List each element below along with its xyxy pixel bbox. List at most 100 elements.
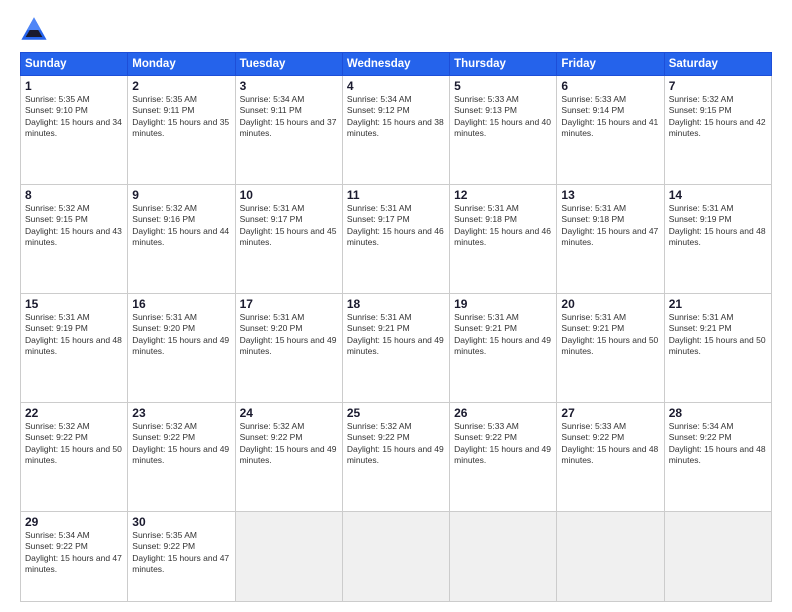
cell-w3-d6: 28Sunrise: 5:34 AMSunset: 9:22 PMDayligh… xyxy=(664,402,771,511)
week-row-0: 1Sunrise: 5:35 AMSunset: 9:10 PMDaylight… xyxy=(21,76,772,185)
cell-w3-d2: 24Sunrise: 5:32 AMSunset: 9:22 PMDayligh… xyxy=(235,402,342,511)
day-info: Sunrise: 5:31 AMSunset: 9:19 PMDaylight:… xyxy=(25,312,123,358)
day-number: 3 xyxy=(240,79,338,93)
day-info: Sunrise: 5:34 AMSunset: 9:22 PMDaylight:… xyxy=(25,530,123,576)
cell-w1-d4: 12Sunrise: 5:31 AMSunset: 9:18 PMDayligh… xyxy=(450,184,557,293)
day-info: Sunrise: 5:34 AMSunset: 9:11 PMDaylight:… xyxy=(240,94,338,140)
cell-w1-d6: 14Sunrise: 5:31 AMSunset: 9:19 PMDayligh… xyxy=(664,184,771,293)
cell-w0-d0: 1Sunrise: 5:35 AMSunset: 9:10 PMDaylight… xyxy=(21,76,128,185)
day-number: 2 xyxy=(132,79,230,93)
day-info: Sunrise: 5:33 AMSunset: 9:22 PMDaylight:… xyxy=(454,421,552,467)
day-info: Sunrise: 5:31 AMSunset: 9:18 PMDaylight:… xyxy=(454,203,552,249)
day-info: Sunrise: 5:32 AMSunset: 9:22 PMDaylight:… xyxy=(132,421,230,467)
day-number: 29 xyxy=(25,515,123,529)
day-info: Sunrise: 5:32 AMSunset: 9:22 PMDaylight:… xyxy=(240,421,338,467)
cell-w4-d2 xyxy=(235,511,342,601)
day-info: Sunrise: 5:33 AMSunset: 9:13 PMDaylight:… xyxy=(454,94,552,140)
cell-w4-d5 xyxy=(557,511,664,601)
cell-w3-d3: 25Sunrise: 5:32 AMSunset: 9:22 PMDayligh… xyxy=(342,402,449,511)
week-row-1: 8Sunrise: 5:32 AMSunset: 9:15 PMDaylight… xyxy=(21,184,772,293)
day-number: 18 xyxy=(347,297,445,311)
cell-w1-d0: 8Sunrise: 5:32 AMSunset: 9:15 PMDaylight… xyxy=(21,184,128,293)
cell-w0-d2: 3Sunrise: 5:34 AMSunset: 9:11 PMDaylight… xyxy=(235,76,342,185)
cell-w1-d5: 13Sunrise: 5:31 AMSunset: 9:18 PMDayligh… xyxy=(557,184,664,293)
cell-w0-d4: 5Sunrise: 5:33 AMSunset: 9:13 PMDaylight… xyxy=(450,76,557,185)
day-number: 27 xyxy=(561,406,659,420)
col-thursday: Thursday xyxy=(450,53,557,76)
col-tuesday: Tuesday xyxy=(235,53,342,76)
day-info: Sunrise: 5:31 AMSunset: 9:20 PMDaylight:… xyxy=(132,312,230,358)
cell-w1-d3: 11Sunrise: 5:31 AMSunset: 9:17 PMDayligh… xyxy=(342,184,449,293)
day-number: 15 xyxy=(25,297,123,311)
day-number: 21 xyxy=(669,297,767,311)
col-wednesday: Wednesday xyxy=(342,53,449,76)
day-info: Sunrise: 5:32 AMSunset: 9:15 PMDaylight:… xyxy=(25,203,123,249)
cell-w2-d3: 18Sunrise: 5:31 AMSunset: 9:21 PMDayligh… xyxy=(342,293,449,402)
col-friday: Friday xyxy=(557,53,664,76)
day-number: 13 xyxy=(561,188,659,202)
col-monday: Monday xyxy=(128,53,235,76)
day-number: 14 xyxy=(669,188,767,202)
calendar-table: SundayMondayTuesdayWednesdayThursdayFrid… xyxy=(20,52,772,602)
week-row-2: 15Sunrise: 5:31 AMSunset: 9:19 PMDayligh… xyxy=(21,293,772,402)
day-number: 26 xyxy=(454,406,552,420)
page: SundayMondayTuesdayWednesdayThursdayFrid… xyxy=(0,0,792,612)
day-info: Sunrise: 5:34 AMSunset: 9:22 PMDaylight:… xyxy=(669,421,767,467)
day-info: Sunrise: 5:33 AMSunset: 9:14 PMDaylight:… xyxy=(561,94,659,140)
cell-w0-d6: 7Sunrise: 5:32 AMSunset: 9:15 PMDaylight… xyxy=(664,76,771,185)
day-info: Sunrise: 5:35 AMSunset: 9:22 PMDaylight:… xyxy=(132,530,230,576)
day-info: Sunrise: 5:31 AMSunset: 9:21 PMDaylight:… xyxy=(669,312,767,358)
day-number: 20 xyxy=(561,297,659,311)
day-info: Sunrise: 5:31 AMSunset: 9:17 PMDaylight:… xyxy=(347,203,445,249)
day-number: 19 xyxy=(454,297,552,311)
day-number: 16 xyxy=(132,297,230,311)
cell-w1-d1: 9Sunrise: 5:32 AMSunset: 9:16 PMDaylight… xyxy=(128,184,235,293)
calendar-header-row: SundayMondayTuesdayWednesdayThursdayFrid… xyxy=(21,53,772,76)
cell-w3-d5: 27Sunrise: 5:33 AMSunset: 9:22 PMDayligh… xyxy=(557,402,664,511)
day-info: Sunrise: 5:33 AMSunset: 9:22 PMDaylight:… xyxy=(561,421,659,467)
day-info: Sunrise: 5:31 AMSunset: 9:21 PMDaylight:… xyxy=(561,312,659,358)
cell-w3-d4: 26Sunrise: 5:33 AMSunset: 9:22 PMDayligh… xyxy=(450,402,557,511)
day-number: 6 xyxy=(561,79,659,93)
col-sunday: Sunday xyxy=(21,53,128,76)
day-info: Sunrise: 5:31 AMSunset: 9:17 PMDaylight:… xyxy=(240,203,338,249)
cell-w2-d5: 20Sunrise: 5:31 AMSunset: 9:21 PMDayligh… xyxy=(557,293,664,402)
day-number: 30 xyxy=(132,515,230,529)
cell-w2-d4: 19Sunrise: 5:31 AMSunset: 9:21 PMDayligh… xyxy=(450,293,557,402)
cell-w3-d0: 22Sunrise: 5:32 AMSunset: 9:22 PMDayligh… xyxy=(21,402,128,511)
day-info: Sunrise: 5:32 AMSunset: 9:15 PMDaylight:… xyxy=(669,94,767,140)
day-info: Sunrise: 5:35 AMSunset: 9:10 PMDaylight:… xyxy=(25,94,123,140)
day-info: Sunrise: 5:32 AMSunset: 9:16 PMDaylight:… xyxy=(132,203,230,249)
cell-w0-d5: 6Sunrise: 5:33 AMSunset: 9:14 PMDaylight… xyxy=(557,76,664,185)
cell-w2-d1: 16Sunrise: 5:31 AMSunset: 9:20 PMDayligh… xyxy=(128,293,235,402)
day-number: 9 xyxy=(132,188,230,202)
day-number: 10 xyxy=(240,188,338,202)
day-info: Sunrise: 5:32 AMSunset: 9:22 PMDaylight:… xyxy=(25,421,123,467)
cell-w4-d1: 30Sunrise: 5:35 AMSunset: 9:22 PMDayligh… xyxy=(128,511,235,601)
day-info: Sunrise: 5:31 AMSunset: 9:19 PMDaylight:… xyxy=(669,203,767,249)
day-number: 22 xyxy=(25,406,123,420)
logo-icon xyxy=(20,16,48,44)
header xyxy=(20,16,772,44)
cell-w2-d0: 15Sunrise: 5:31 AMSunset: 9:19 PMDayligh… xyxy=(21,293,128,402)
logo xyxy=(20,16,52,44)
day-number: 28 xyxy=(669,406,767,420)
day-number: 11 xyxy=(347,188,445,202)
cell-w2-d6: 21Sunrise: 5:31 AMSunset: 9:21 PMDayligh… xyxy=(664,293,771,402)
day-number: 23 xyxy=(132,406,230,420)
day-number: 12 xyxy=(454,188,552,202)
day-info: Sunrise: 5:32 AMSunset: 9:22 PMDaylight:… xyxy=(347,421,445,467)
cell-w4-d3 xyxy=(342,511,449,601)
cell-w0-d1: 2Sunrise: 5:35 AMSunset: 9:11 PMDaylight… xyxy=(128,76,235,185)
calendar-body: 1Sunrise: 5:35 AMSunset: 9:10 PMDaylight… xyxy=(21,76,772,602)
day-number: 24 xyxy=(240,406,338,420)
cell-w4-d6 xyxy=(664,511,771,601)
cell-w0-d3: 4Sunrise: 5:34 AMSunset: 9:12 PMDaylight… xyxy=(342,76,449,185)
cell-w2-d2: 17Sunrise: 5:31 AMSunset: 9:20 PMDayligh… xyxy=(235,293,342,402)
day-number: 25 xyxy=(347,406,445,420)
day-number: 4 xyxy=(347,79,445,93)
day-info: Sunrise: 5:34 AMSunset: 9:12 PMDaylight:… xyxy=(347,94,445,140)
day-info: Sunrise: 5:35 AMSunset: 9:11 PMDaylight:… xyxy=(132,94,230,140)
day-info: Sunrise: 5:31 AMSunset: 9:21 PMDaylight:… xyxy=(347,312,445,358)
day-number: 5 xyxy=(454,79,552,93)
